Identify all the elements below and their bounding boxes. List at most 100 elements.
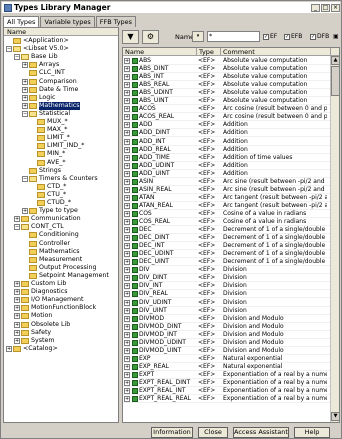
table-row[interactable]: + EXP <EF> Natural exponential bbox=[123, 355, 333, 363]
table-row[interactable]: + DEC_DINT <EF> Decrement of 1 of a single/… bbox=[123, 234, 333, 243]
tree-item[interactable]: + Communication bbox=[14, 215, 81, 223]
col-type[interactable]: Type bbox=[197, 48, 221, 56]
tree-item[interactable]: − Base Lib bbox=[14, 53, 58, 61]
expand-icon[interactable]: + bbox=[14, 329, 20, 336]
expand-icon[interactable]: + bbox=[124, 291, 130, 298]
expand-icon[interactable]: + bbox=[124, 74, 130, 81]
expand-icon[interactable]: + bbox=[124, 299, 130, 306]
library-icon[interactable]: ⚙ bbox=[142, 30, 159, 44]
tree-item[interactable]: + Type to type bbox=[22, 207, 78, 215]
tree-item[interactable]: Output Processing bbox=[22, 264, 97, 272]
minimize-button[interactable]: _ bbox=[311, 3, 320, 12]
table-row[interactable]: + DIVMOD_UDINT <EF> Division and Modulo bbox=[123, 339, 333, 347]
table-row[interactable]: + ADD_TIME <EF> Addition of time values bbox=[123, 154, 333, 162]
dfb-checkbox[interactable]: ✓ DFB bbox=[310, 33, 329, 40]
expand-icon[interactable]: + bbox=[124, 283, 130, 290]
tree-item[interactable]: CTUD_* bbox=[30, 199, 71, 207]
expand-icon[interactable]: + bbox=[124, 259, 130, 266]
expand-icon[interactable]: + bbox=[124, 339, 130, 346]
table-row[interactable]: + ATAN_REAL <EF> Arc tangent (result betwee… bbox=[123, 202, 333, 210]
tree-item[interactable]: LIMIT_IND_* bbox=[30, 142, 84, 150]
expand-icon[interactable]: + bbox=[124, 331, 130, 338]
options-icon[interactable]: ▣ bbox=[333, 33, 339, 40]
table-row[interactable]: + DIVMOD_DINT <EF> Division and Modulo bbox=[123, 323, 333, 331]
name-filter-input[interactable]: * bbox=[207, 31, 260, 42]
expand-icon[interactable]: + bbox=[124, 210, 130, 217]
tree-item[interactable]: + Date & Time bbox=[22, 86, 78, 94]
tree-item[interactable]: + I/O Management bbox=[14, 296, 83, 304]
expand-icon[interactable]: + bbox=[124, 146, 130, 153]
expand-icon[interactable]: + bbox=[124, 396, 130, 403]
tree-item[interactable]: Strings bbox=[22, 167, 61, 175]
table-row[interactable]: + COS <EF> Cosine of a value in radians bbox=[123, 210, 333, 218]
tree-item[interactable]: + Obsolete Lib bbox=[14, 321, 70, 329]
table-row[interactable]: + ACOS_REAL <EF> Arc cosine (result between… bbox=[123, 113, 333, 122]
expand-icon[interactable]: + bbox=[124, 380, 130, 386]
tree-item[interactable]: MAX_* bbox=[30, 126, 67, 134]
maximize-button[interactable]: □ bbox=[321, 3, 330, 12]
expand-icon[interactable]: + bbox=[22, 208, 28, 215]
tree-item[interactable]: + Logic bbox=[22, 94, 55, 102]
tree-item[interactable]: − Statistical bbox=[22, 110, 70, 118]
table-row[interactable]: + ADD_UINT <EF> Addition bbox=[123, 170, 333, 178]
tree-item[interactable]: CLC_INT bbox=[22, 69, 65, 77]
tree-item[interactable]: − Timers & Counters bbox=[22, 175, 98, 183]
tree-item[interactable]: LIMIT_* bbox=[30, 134, 70, 142]
collapse-icon[interactable]: − bbox=[14, 224, 20, 231]
expand-icon[interactable]: + bbox=[22, 78, 28, 85]
expand-icon[interactable]: + bbox=[124, 186, 130, 193]
expand-icon[interactable]: + bbox=[124, 243, 130, 250]
table-row[interactable]: + ADD <EF> Addition bbox=[123, 121, 333, 130]
table-row[interactable]: + ABS_UINT <EF> Absolute value computation bbox=[123, 97, 333, 106]
tree-item[interactable]: + System bbox=[14, 337, 54, 345]
tree-item[interactable]: + Arrays bbox=[22, 61, 59, 69]
scroll-thumb[interactable] bbox=[331, 66, 340, 96]
help-button[interactable]: Help bbox=[294, 427, 330, 438]
table-row[interactable]: + EXPT_REAL_REAL <EF> Exponentiation of a r… bbox=[123, 395, 333, 404]
table-scrollbar[interactable]: ▲ ▼ bbox=[330, 56, 340, 422]
table-row[interactable]: + ADD_UDINT <EF> Addition bbox=[123, 162, 333, 170]
table-row[interactable]: + DIV_UINT <EF> Division bbox=[123, 307, 333, 315]
table-row[interactable]: + ABS <EF> Absolute value computation bbox=[123, 57, 333, 66]
expand-icon[interactable]: + bbox=[124, 219, 130, 225]
tree-item[interactable]: AVE_* bbox=[30, 159, 66, 167]
expand-icon[interactable]: + bbox=[6, 345, 12, 352]
efb-checkbox[interactable]: ✓ EFB bbox=[284, 33, 302, 40]
table-row[interactable]: + EXPT_REAL_DINT <EF> Exponentiation of a r… bbox=[123, 379, 333, 388]
expand-icon[interactable]: + bbox=[124, 138, 130, 145]
name-filter-dropdown[interactable]: ▾ bbox=[192, 31, 204, 42]
expand-icon[interactable]: + bbox=[14, 337, 20, 344]
tree-item[interactable]: + Diagnostics bbox=[14, 288, 68, 296]
tree-item[interactable]: + MotionFunctionBlock bbox=[14, 304, 96, 312]
tree-item[interactable]: MUX_* bbox=[30, 118, 68, 126]
table-row[interactable]: + ABS_DINT <EF> Absolute value computation bbox=[123, 65, 333, 74]
tab-variable-types[interactable]: Variable types bbox=[40, 16, 95, 27]
table-row[interactable]: + ABS_INT <EF> Absolute value computation bbox=[123, 73, 333, 82]
tree-item[interactable]: Measurement bbox=[22, 256, 82, 264]
expand-icon[interactable]: + bbox=[22, 62, 28, 69]
table-row[interactable]: + ASIN <EF> Arc sine (result between -pi/2 … bbox=[123, 178, 333, 186]
table-row[interactable]: + ASIN_REAL <EF> Arc sine (result between -… bbox=[123, 186, 333, 194]
expand-icon[interactable]: + bbox=[124, 363, 130, 370]
tree-item[interactable]: + Comparison bbox=[22, 78, 77, 86]
collapse-icon[interactable]: − bbox=[22, 175, 28, 182]
table-row[interactable]: + ADD_REAL <EF> Addition bbox=[123, 146, 333, 154]
table-row[interactable]: + DIV_REAL <EF> Division bbox=[123, 290, 333, 299]
expand-icon[interactable]: + bbox=[124, 202, 130, 209]
tree-item[interactable]: + Mathematics bbox=[22, 101, 80, 110]
expand-icon[interactable]: + bbox=[22, 94, 28, 101]
expand-icon[interactable]: + bbox=[124, 178, 130, 185]
expand-icon[interactable]: + bbox=[124, 162, 130, 169]
expand-icon[interactable]: + bbox=[124, 275, 130, 282]
expand-icon[interactable]: + bbox=[124, 227, 130, 234]
tree-item[interactable]: + Custom Lib bbox=[14, 280, 66, 288]
table-row[interactable]: + ACOS <EF> Arc cosine (result between 0 an… bbox=[123, 105, 333, 114]
expand-icon[interactable]: + bbox=[124, 82, 130, 89]
filter-icon[interactable]: ▼ bbox=[122, 30, 139, 44]
tree-item[interactable]: Controller bbox=[22, 240, 70, 248]
collapse-icon[interactable]: − bbox=[22, 110, 28, 117]
table-row[interactable]: + EXPT_REAL_INT <EF> Exponentiation of a re… bbox=[123, 387, 333, 396]
expand-icon[interactable]: + bbox=[14, 297, 20, 304]
ef-checkbox[interactable]: ✓ EF bbox=[263, 33, 277, 40]
expand-icon[interactable]: + bbox=[14, 281, 20, 288]
